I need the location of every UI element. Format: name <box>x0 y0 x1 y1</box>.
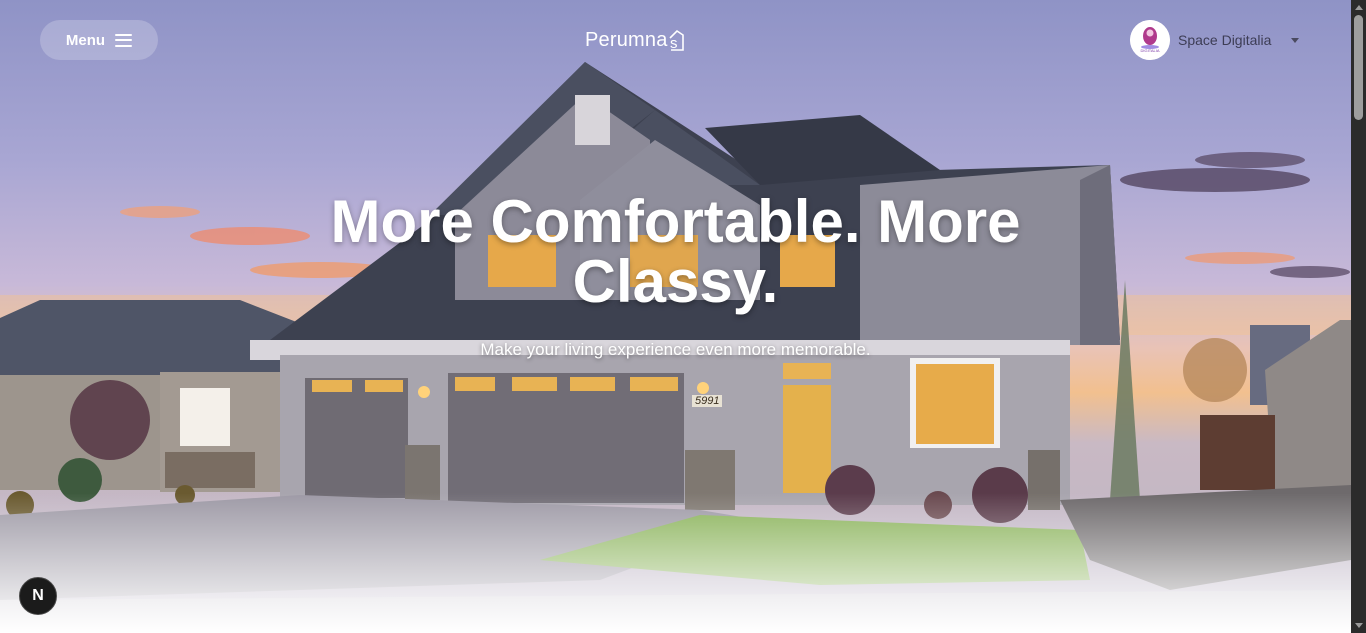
svg-text:DIGITALIA: DIGITALIA <box>1140 48 1159 53</box>
menu-label: Menu <box>65 31 106 49</box>
chevron-down-icon[interactable] <box>1291 37 1300 43</box>
account-menu[interactable]: DIGITALIA Space Digitalia <box>1130 20 1300 60</box>
house-number: 5991 <box>692 395 723 407</box>
house-icon: s <box>668 29 684 52</box>
viewport: Menu Perumna s DIGITALIA Space Digitalia… <box>0 0 1351 633</box>
scroll-down-arrow-icon[interactable] <box>1351 618 1366 633</box>
hero-headline-line-2: Classy. <box>572 248 779 315</box>
menu-button[interactable]: Menu <box>40 20 158 60</box>
n-label: N <box>32 587 44 604</box>
brand-name: Perumna <box>585 28 668 51</box>
account-name: Space Digitalia <box>1178 32 1272 48</box>
hero-bottom-fade <box>0 493 1351 633</box>
hero-headline: More Comfortable. More Classy. <box>0 192 1351 312</box>
scroll-up-arrow-icon[interactable] <box>1351 0 1366 15</box>
n-floating-button[interactable]: N <box>19 577 57 615</box>
scrollbar[interactable] <box>1351 0 1366 633</box>
scroll-thumb[interactable] <box>1354 15 1363 120</box>
hamburger-icon <box>115 33 133 47</box>
hero-background <box>0 0 1351 633</box>
digitalia-logo-icon: DIGITALIA <box>1130 20 1170 60</box>
brand-suffix: s <box>670 35 678 51</box>
hero-headline-line-1: More Comfortable. More <box>330 188 1021 255</box>
brand-logo[interactable]: Perumna s <box>585 26 684 54</box>
avatar[interactable]: DIGITALIA <box>1130 20 1170 60</box>
hero-subheadline: Make your living experience even more me… <box>480 340 871 359</box>
